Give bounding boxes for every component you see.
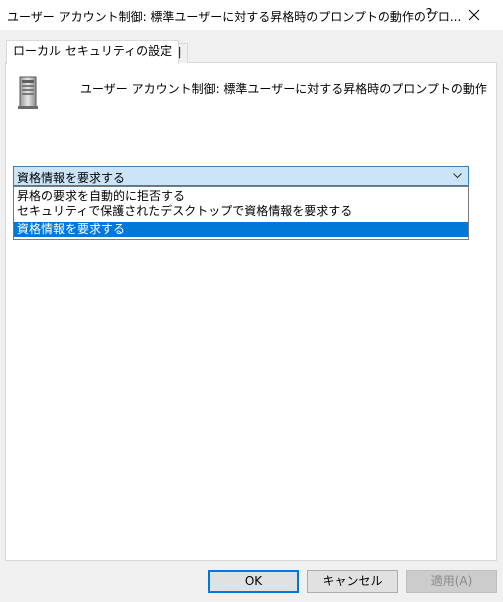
- window-title: ユーザー アカウント制御: 標準ユーザーに対する昇格時のプロンプトの動作のプロ.…: [7, 10, 462, 24]
- apply-button[interactable]: 適用(A): [406, 570, 497, 593]
- dropdown-list: 昇格の要求を自動的に拒否する セキュリティで保護されたデスクトップで資格情報を要…: [13, 186, 469, 240]
- ok-button[interactable]: OK: [208, 570, 299, 593]
- combo-selected-value: 資格情報を要求する: [17, 171, 126, 185]
- title-bar: ユーザー アカウント制御: 標準ユーザーに対する昇格時のプロンプトの動作のプロ.…: [0, 0, 503, 30]
- option-prompt-secure-desktop[interactable]: セキュリティで保護されたデスクトップで資格情報を要求する: [14, 204, 468, 219]
- cancel-button[interactable]: キャンセル: [307, 570, 398, 593]
- tab-panel: ユーザー アカウント制御: 標準ユーザーに対する昇格時のプロンプトの動作 資格情…: [5, 62, 497, 561]
- chevron-down-icon[interactable]: [453, 173, 462, 179]
- setting-combobox[interactable]: 資格情報を要求する: [13, 166, 469, 186]
- server-icon: [18, 76, 38, 109]
- close-button[interactable]: [461, 4, 487, 26]
- option-prompt-credentials[interactable]: 資格情報を要求する: [14, 222, 468, 237]
- help-button[interactable]: ?: [418, 4, 440, 26]
- tab-local-security-setting[interactable]: ローカル セキュリティの設定: [6, 40, 180, 64]
- close-icon: [468, 9, 480, 21]
- option-auto-deny[interactable]: 昇格の要求を自動的に拒否する: [14, 189, 468, 204]
- policy-name: ユーザー アカウント制御: 標準ユーザーに対する昇格時のプロンプトの動作: [80, 82, 487, 96]
